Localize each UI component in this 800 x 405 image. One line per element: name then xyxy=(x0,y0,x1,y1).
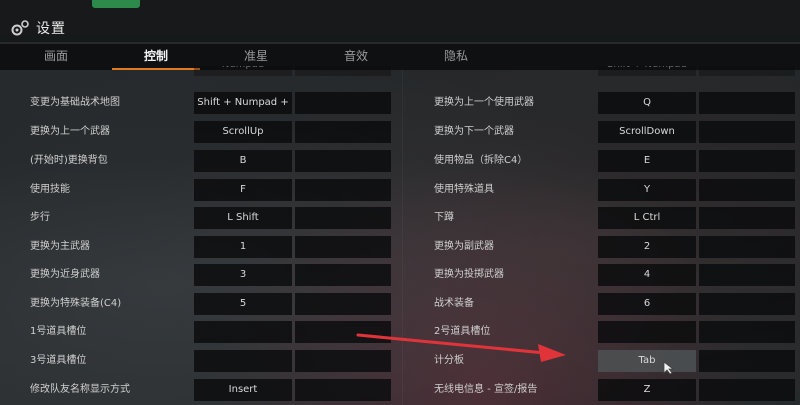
keybind-label: 下蹲 xyxy=(434,212,454,223)
alt-keybind-button[interactable] xyxy=(295,207,391,229)
keybind-row: 变更为基础战术地图 Shift + Numpad + 更换为上一个使用武器 Q xyxy=(0,92,800,114)
keybind-row: 更换为上一个武器 ScrollUp 更换为下一个武器 ScrollDown xyxy=(0,121,800,143)
keybind-button[interactable]: ScrollDown xyxy=(598,121,696,143)
alt-keybind-button[interactable] xyxy=(295,293,391,315)
keybind-row: 3号道具槽位 计分板 Tab xyxy=(0,350,800,372)
alt-keybind-button[interactable] xyxy=(295,150,391,172)
keybind-label: 计分板 xyxy=(434,355,464,366)
keybind-button[interactable]: B xyxy=(194,150,292,172)
alt-keybind-button[interactable] xyxy=(295,121,391,143)
alt-keybind-button[interactable] xyxy=(699,264,795,286)
page-title: 设置 xyxy=(36,21,66,37)
keybind-button[interactable]: Shift + Numpad + xyxy=(194,92,292,114)
keybind-label: 更换为下一个武器 xyxy=(434,126,514,137)
keybind-label: 使用技能 xyxy=(30,184,70,195)
keybind-label: 更换为主武器 xyxy=(30,241,90,252)
exit-sign xyxy=(92,0,140,8)
alt-keybind-button[interactable] xyxy=(295,379,391,401)
keybind-row-partial: Numpad Shift + Numpad xyxy=(0,66,800,76)
keybind-label: 更换为副武器 xyxy=(434,241,494,252)
alt-keybind-button[interactable] xyxy=(295,179,391,201)
keybind-button[interactable]: 6 xyxy=(598,293,696,315)
keybind-button[interactable]: Insert xyxy=(194,379,292,401)
keybind-label: 更换为上一个使用武器 xyxy=(434,97,534,108)
alt-keybind-button[interactable] xyxy=(295,350,391,372)
keybind-button[interactable]: ScrollUp xyxy=(194,121,292,143)
keybind-button[interactable]: 3 xyxy=(194,264,292,286)
keybind-button[interactable]: 4 xyxy=(598,264,696,286)
alt-keybind-button[interactable] xyxy=(699,207,795,229)
alt-keybind-button[interactable] xyxy=(295,92,391,114)
keybind-label: 更换为近身武器 xyxy=(30,269,100,280)
keybind-label: 使用物品（拆除C4） xyxy=(434,155,528,166)
mouse-pointer-icon xyxy=(663,360,675,375)
alt-keybind-button[interactable] xyxy=(699,92,795,114)
keybind-label: 无线电信息 - 宣签/报告 xyxy=(434,384,538,395)
keybind-button[interactable]: E xyxy=(598,150,696,172)
keybind-row: (开始时)更换背包 B 使用物品（拆除C4） E xyxy=(0,150,800,172)
keybind-row: 步行 L Shift 下蹲 L Ctrl xyxy=(0,207,800,229)
alt-keybind-button[interactable] xyxy=(699,293,795,315)
keybind-label: 3号道具槽位 xyxy=(30,355,87,366)
keybind-button[interactable]: 1 xyxy=(194,236,292,258)
keybind-button[interactable] xyxy=(598,321,696,343)
keybind-label: 战术装备 xyxy=(434,298,474,309)
alt-keybind-button[interactable] xyxy=(699,379,795,401)
keybind-button[interactable]: Z xyxy=(598,379,696,401)
keybind-row: 1号道具槽位 2号道具槽位 xyxy=(0,321,800,343)
keybind-row: 使用技能 F 使用特殊道具 Y xyxy=(0,179,800,201)
keybind-label: 变更为基础战术地图 xyxy=(30,97,120,108)
keybind-label: 更换为投掷武器 xyxy=(434,269,504,280)
keybind-button[interactable] xyxy=(194,321,292,343)
keybind-label: 步行 xyxy=(30,212,50,223)
alt-keybind-button[interactable] xyxy=(295,264,391,286)
alt-keybind-button[interactable] xyxy=(699,236,795,258)
keybind-label: 2号道具槽位 xyxy=(434,326,491,337)
alt-keybind-button[interactable] xyxy=(699,150,795,172)
keybind-row: 修改队友名称显示方式 Insert 无线电信息 - 宣签/报告 Z xyxy=(0,379,800,401)
alt-keybind-button[interactable] xyxy=(295,236,391,258)
keybind-button[interactable]: Q xyxy=(598,92,696,114)
keybind-button[interactable]: Shift + Numpad xyxy=(598,66,696,76)
alt-keybind-button[interactable] xyxy=(699,66,795,76)
keybind-button[interactable]: Y xyxy=(598,179,696,201)
keybind-button[interactable]: F xyxy=(194,179,292,201)
keybind-button[interactable]: L Ctrl xyxy=(598,207,696,229)
keybind-label: 修改队友名称显示方式 xyxy=(30,384,130,395)
alt-keybind-button[interactable] xyxy=(295,321,391,343)
keybind-row: 更换为主武器 1 更换为副武器 2 xyxy=(0,236,800,258)
keybind-button[interactable]: 5 xyxy=(194,293,292,315)
settings-title: 设置 xyxy=(10,18,66,38)
keybind-row: 更换为近身武器 3 更换为投掷武器 4 xyxy=(0,264,800,286)
alt-keybind-button[interactable] xyxy=(699,321,795,343)
keybind-label: 更换为上一个武器 xyxy=(30,126,110,137)
keybind-button[interactable] xyxy=(194,350,292,372)
alt-keybind-button[interactable] xyxy=(699,179,795,201)
keybind-label: 1号道具槽位 xyxy=(30,326,87,337)
alt-keybind-button[interactable] xyxy=(699,350,795,372)
keybind-button[interactable]: 2 xyxy=(598,236,696,258)
alt-keybind-button[interactable] xyxy=(699,121,795,143)
keybind-button-selected[interactable]: Tab xyxy=(598,350,696,372)
keybind-label: (开始时)更换背包 xyxy=(30,155,108,166)
alt-keybind-button[interactable] xyxy=(295,66,391,76)
keybind-label: 使用特殊道具 xyxy=(434,184,494,195)
keybind-row: 更换为特殊装备(C4) 5 战术装备 6 xyxy=(0,293,800,315)
keybind-label: 更换为特殊装备(C4) xyxy=(30,298,122,309)
keybind-button[interactable]: Numpad xyxy=(194,66,292,76)
keybind-button[interactable]: L Shift xyxy=(194,207,292,229)
gear-icon xyxy=(10,19,30,37)
